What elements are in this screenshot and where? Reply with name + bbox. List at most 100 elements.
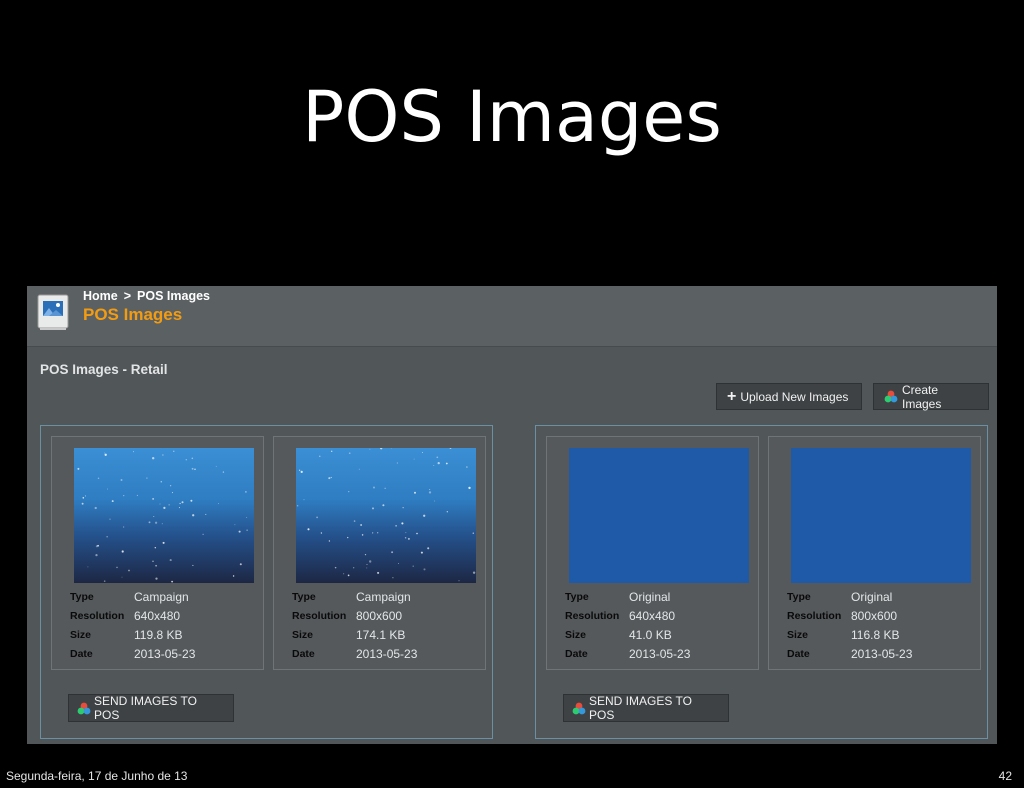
star-speck	[445, 462, 448, 465]
star-speck	[446, 511, 448, 513]
star-speck	[84, 495, 87, 497]
plus-icon: +	[727, 387, 737, 405]
star-speck	[413, 458, 415, 460]
star-speck	[372, 486, 376, 489]
image-metadata: Type Original Resolution 640x480 Size 41.0 …	[565, 587, 745, 663]
date-label: Date	[292, 647, 315, 660]
star-speck	[218, 503, 219, 505]
star-speck	[190, 499, 193, 502]
upload-new-images-button[interactable]: + Upload New Images	[716, 383, 862, 410]
resolution-label: Resolution	[565, 609, 620, 622]
star-speck	[232, 575, 235, 577]
image-thumbnail[interactable]	[74, 448, 254, 583]
star-speck	[347, 536, 349, 539]
image-card[interactable]: Type Original Resolution 800x600 Size 116.8…	[768, 436, 981, 670]
star-speck	[179, 502, 181, 505]
send-images-to-pos-button[interactable]: SEND IMAGES TO POS	[68, 694, 234, 722]
star-speck	[245, 491, 247, 493]
star-speck	[153, 515, 155, 517]
star-speck	[369, 560, 372, 563]
star-speck	[87, 566, 89, 568]
star-speck	[152, 560, 154, 562]
star-speck	[472, 532, 475, 534]
image-metadata: Type Campaign Resolution 640x480 Size 119.8…	[70, 587, 250, 663]
create-images-label: Create Images	[902, 382, 942, 411]
send-images-to-pos-label: SEND IMAGES TO POS	[589, 694, 692, 722]
date-value: 2013-05-23	[356, 646, 418, 661]
star-speck	[429, 489, 431, 490]
star-speck	[382, 504, 385, 507]
star-speck	[169, 559, 172, 562]
create-images-button[interactable]: Create Images	[873, 382, 989, 411]
resolution-value: 800x600	[851, 608, 898, 623]
star-speck	[361, 534, 364, 536]
type-value: Campaign	[134, 589, 189, 604]
star-speck	[97, 544, 99, 547]
star-speck	[81, 502, 84, 505]
image-thumbnail[interactable]	[791, 448, 971, 583]
star-speck	[366, 563, 368, 566]
type-value: Original	[629, 589, 671, 604]
image-card[interactable]: Type Campaign Resolution 640x480 Size 119.8…	[51, 436, 264, 670]
send-images-to-pos-button[interactable]: SEND IMAGES TO POS	[563, 694, 729, 722]
star-speck	[111, 500, 114, 503]
star-speck	[331, 450, 333, 452]
breadcrumb-home[interactable]: Home	[83, 289, 118, 303]
star-speck	[472, 571, 476, 574]
resolution-label: Resolution	[70, 609, 125, 622]
star-speck	[433, 465, 435, 466]
stars-pattern	[296, 448, 476, 582]
star-speck	[155, 577, 158, 580]
star-speck	[148, 521, 151, 524]
star-speck	[162, 541, 165, 544]
star-speck	[343, 573, 345, 575]
star-speck	[334, 566, 337, 569]
star-speck	[154, 547, 156, 549]
star-speck	[296, 504, 299, 507]
star-speck	[77, 467, 80, 470]
star-speck	[192, 514, 195, 517]
star-speck	[238, 530, 241, 533]
star-speck	[437, 461, 440, 465]
image-thumbnail[interactable]	[569, 448, 749, 583]
star-speck	[428, 491, 432, 494]
star-speck	[348, 452, 351, 455]
stars-pattern	[77, 450, 248, 583]
star-speck	[160, 481, 163, 483]
type-label: Type	[70, 590, 94, 603]
star-speck	[109, 518, 111, 520]
image-thumbnail[interactable]	[296, 448, 476, 583]
star-speck	[107, 488, 108, 490]
star-speck	[427, 547, 430, 550]
image-card[interactable]: Type Campaign Resolution 800x600 Size 174.1…	[273, 436, 486, 670]
type-label: Type	[565, 590, 589, 603]
star-speck	[434, 500, 436, 502]
star-speck	[391, 551, 394, 554]
app-header: Home > POS Images POS Images	[27, 286, 997, 347]
star-speck	[191, 467, 194, 470]
upload-new-images-label: Upload New Images	[740, 389, 849, 404]
star-speck	[402, 507, 404, 509]
star-speck	[173, 450, 175, 452]
size-value: 174.1 KB	[356, 627, 406, 642]
image-group-campaign: Type Campaign Resolution 640x480 Size 119.8…	[40, 425, 493, 739]
size-label: Size	[70, 628, 92, 641]
star-speck	[414, 491, 416, 494]
star-speck	[120, 479, 123, 481]
image-card[interactable]: Type Original Resolution 640x480 Size 41.0 …	[546, 436, 759, 670]
star-speck	[246, 516, 248, 518]
star-speck	[416, 532, 418, 535]
rgb-circles-icon	[884, 390, 898, 403]
star-speck	[234, 524, 236, 526]
images-icon	[35, 292, 71, 332]
date-value: 2013-05-23	[851, 646, 913, 661]
star-speck	[468, 486, 471, 490]
star-speck	[162, 454, 164, 456]
size-label: Size	[787, 628, 809, 641]
star-speck	[152, 457, 155, 460]
slide-title: POS Images	[302, 76, 722, 158]
star-speck	[168, 504, 170, 506]
star-speck	[395, 525, 397, 527]
star-speck	[377, 532, 379, 534]
star-speck	[121, 576, 123, 578]
